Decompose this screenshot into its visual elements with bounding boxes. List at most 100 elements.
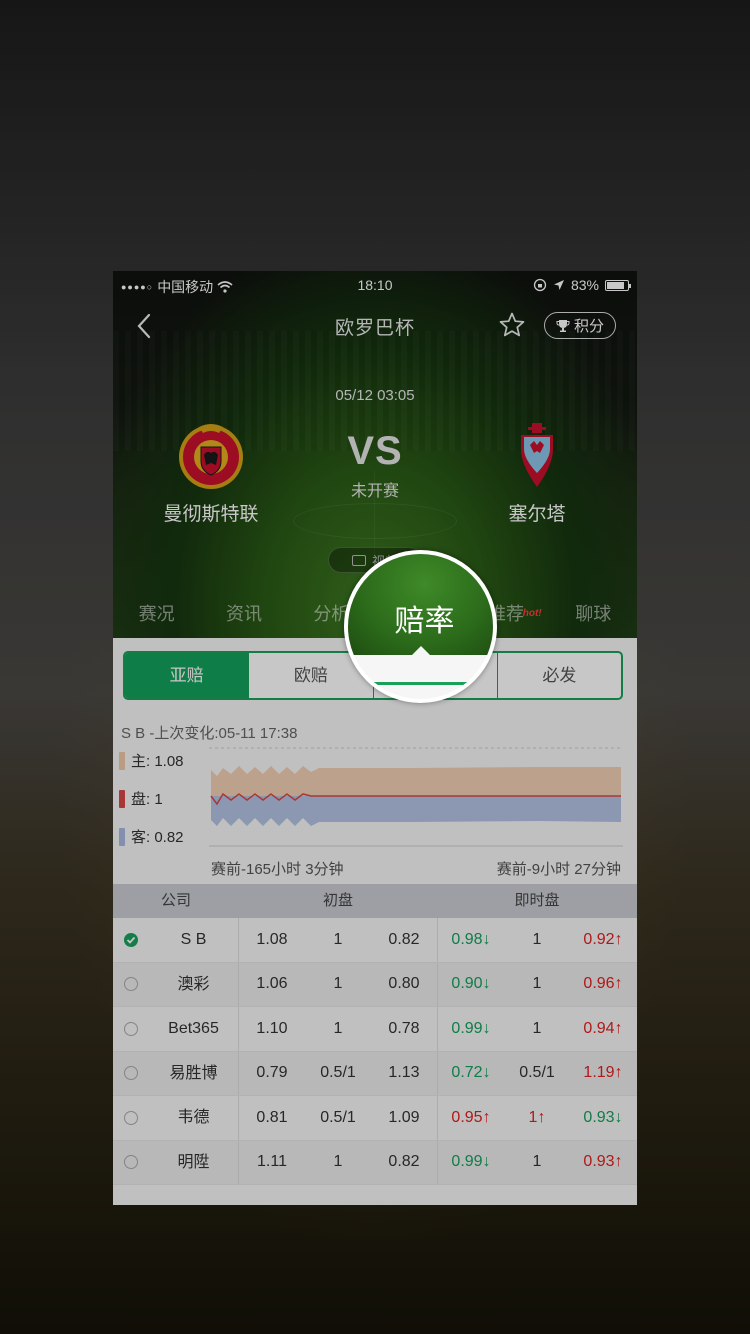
checked-radio-icon[interactable] (124, 932, 138, 947)
live-odds-cell: 0.98↓ (451, 930, 491, 948)
rotation-lock-icon (533, 278, 547, 292)
legend-label: 客: 0.82 (131, 829, 184, 846)
chart-start-label: 赛前-165小时 3分钟 (211, 861, 344, 878)
initial-odds-cell: 1 (333, 930, 343, 948)
initial-odds-cell: 0.5/1 (320, 1064, 356, 1082)
live-odds-cell: 1 (532, 1019, 542, 1037)
battery-percent: 83% (570, 277, 599, 293)
live-odds-cell: 0.90↓ (451, 975, 491, 993)
points-label: 积分 (573, 318, 604, 335)
table-row[interactable]: 韦德 0.81 0.5/1 1.09 0.95↑ 1↑ 0.93↓ (113, 1096, 637, 1141)
tab-chat[interactable]: 聊球 (550, 593, 637, 638)
company-name: 韦德 (149, 1096, 239, 1140)
initial-odds-cell: 1.06 (256, 975, 288, 993)
live-odds-cell: 1 (532, 975, 542, 993)
row-select[interactable] (113, 1110, 149, 1125)
legend-swatch (119, 827, 125, 846)
odds-table-header: 公司 初盘 即时盘 (113, 884, 637, 918)
table-row[interactable]: 易胜博 0.79 0.5/1 1.13 0.72↓ 0.5/1 1.19↑ (113, 1051, 637, 1096)
pitch-center-circle (293, 503, 457, 539)
subtab-betfair[interactable]: 必发 (496, 653, 621, 698)
radio-icon[interactable] (124, 977, 138, 992)
magnifier-underline (374, 682, 474, 685)
live-odds-cell: 1 (532, 1153, 542, 1171)
away-team[interactable]: 塞尔塔 (457, 417, 617, 526)
radio-icon[interactable] (124, 1110, 138, 1125)
odds-line-chart (209, 747, 623, 847)
tab-label: 资讯 (225, 604, 262, 624)
initial-odds-cell: 0.79 (256, 1064, 288, 1082)
tab-label: 聊球 (575, 604, 612, 624)
live-odds-cell: 0.93↑ (583, 1153, 623, 1171)
radio-icon[interactable] (124, 1155, 138, 1170)
status-right: 83% (533, 277, 631, 293)
initial-odds-cell: 0.78 (388, 1019, 420, 1037)
nav-bar: 欧罗巴杯 积分 (113, 307, 637, 347)
live-odds-cell: 0.92↑ (583, 930, 623, 948)
live-odds-cell: 0.99↓ (451, 1019, 491, 1037)
company-name: S B (149, 918, 239, 962)
home-team-name: 曼彻斯特联 (163, 504, 259, 525)
table-row[interactable]: 明陞 1.11 1 0.82 0.99↓ 1 0.93↑ (113, 1140, 637, 1185)
live-odds-cell: 0.96↑ (583, 975, 623, 993)
company-name: 易胜博 (149, 1051, 239, 1095)
radio-icon[interactable] (124, 1066, 138, 1081)
row-select[interactable] (113, 1066, 149, 1081)
initial-odds-cell: 0.82 (388, 930, 420, 948)
live-odds-cell: 0.5/1 (519, 1064, 555, 1082)
live-odds-cell: 1 (532, 930, 542, 948)
company-name: 明陞 (149, 1140, 239, 1184)
odds-content: 亚赔 欧赔 必发 S B -上次变化:05-11 17:38 主: 1.08 盘… (113, 638, 637, 1205)
table-row[interactable]: S B 1.08 1 0.82 0.98↓ 1 0.92↑ (113, 918, 637, 963)
odds-table: S B 1.08 1 0.82 0.98↓ 1 0.92↑ 澳彩 1.06 1 0.80 0.90↓ 1… (113, 918, 637, 1185)
tab-label: 赛况 (138, 604, 175, 624)
phone-screen: ●●●●○ 中国移动 18:10 83% 欧罗巴杯 积分 05/12 03:05 (113, 271, 637, 1205)
legend-home: 主: 1.08 (119, 750, 184, 771)
tab-news[interactable]: 资讯 (200, 593, 287, 638)
initial-odds-cell: 1 (333, 1019, 343, 1037)
battery-icon (605, 279, 631, 291)
live-odds-cell: 0.93↓ (583, 1108, 623, 1126)
row-select[interactable] (113, 1155, 149, 1170)
away-odds-area (211, 796, 621, 826)
initial-odds-cell: 1.11 (257, 1153, 287, 1171)
row-select[interactable] (113, 977, 149, 992)
odds-chart: S B -上次变化:05-11 17:38 主: 1.08 盘: 1 客: 0.… (113, 718, 637, 878)
favorite-star-icon[interactable] (498, 311, 526, 339)
initial-odds-cell: 1.09 (388, 1108, 420, 1126)
radio-icon[interactable] (124, 1021, 138, 1036)
points-button[interactable]: 积分 (544, 312, 616, 339)
legend-label: 盘: 1 (131, 791, 163, 808)
subtab-asian[interactable]: 亚赔 (125, 653, 249, 698)
row-select[interactable] (113, 932, 149, 947)
company-name: 澳彩 (149, 962, 239, 1006)
celta-vigo-logo-icon (521, 423, 553, 487)
live-odds-cell: 1.19↑ (583, 1064, 623, 1082)
magnifier-arrow (410, 646, 432, 657)
initial-odds-cell: 1 (333, 1153, 343, 1171)
legend-handicap: 盘: 1 (119, 788, 163, 809)
legend-label: 主: 1.08 (131, 753, 184, 770)
initial-odds-cell: 1.13 (388, 1064, 420, 1082)
live-odds-cell: 0.95↑ (451, 1108, 491, 1126)
initial-odds-cell: 0.82 (388, 1153, 420, 1171)
table-row[interactable]: 澳彩 1.06 1 0.80 0.90↓ 1 0.96↑ (113, 962, 637, 1007)
live-odds-cell: 0.94↑ (583, 1019, 623, 1037)
initial-odds-cell: 0.80 (388, 975, 420, 993)
initial-odds-cell: 1.08 (256, 930, 288, 948)
initial-odds-cell: 0.5/1 (320, 1108, 356, 1126)
away-team-name: 塞尔塔 (508, 504, 566, 525)
location-icon (553, 280, 564, 290)
magnifier-callout: 赔率 (344, 550, 497, 703)
table-row[interactable]: Bet365 1.10 1 0.78 0.99↓ 1 0.94↑ (113, 1007, 637, 1052)
chart-caption: S B -上次变化:05-11 17:38 (121, 725, 298, 742)
match-datetime: 05/12 03:05 (335, 387, 415, 404)
row-select[interactable] (113, 1021, 149, 1036)
legend-swatch (119, 789, 125, 808)
tab-live[interactable]: 赛况 (113, 593, 200, 638)
live-odds-cell: 0.99↓ (451, 1153, 491, 1171)
header-live: 即时盘 (514, 892, 560, 909)
initial-odds-cell: 1.10 (256, 1019, 288, 1037)
home-odds-area (211, 766, 621, 796)
hot-badge: hot! (522, 608, 542, 619)
